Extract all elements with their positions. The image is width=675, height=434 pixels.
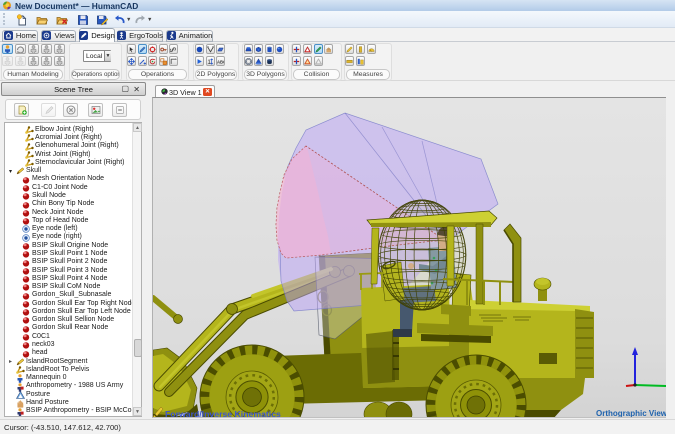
svg-text:Orthographic View: Orthographic View [596,409,666,418]
svg-text:ABC: ABC [217,59,224,64]
svg-text:Forward/Inverse Kinematics: Forward/Inverse Kinematics [165,409,281,418]
